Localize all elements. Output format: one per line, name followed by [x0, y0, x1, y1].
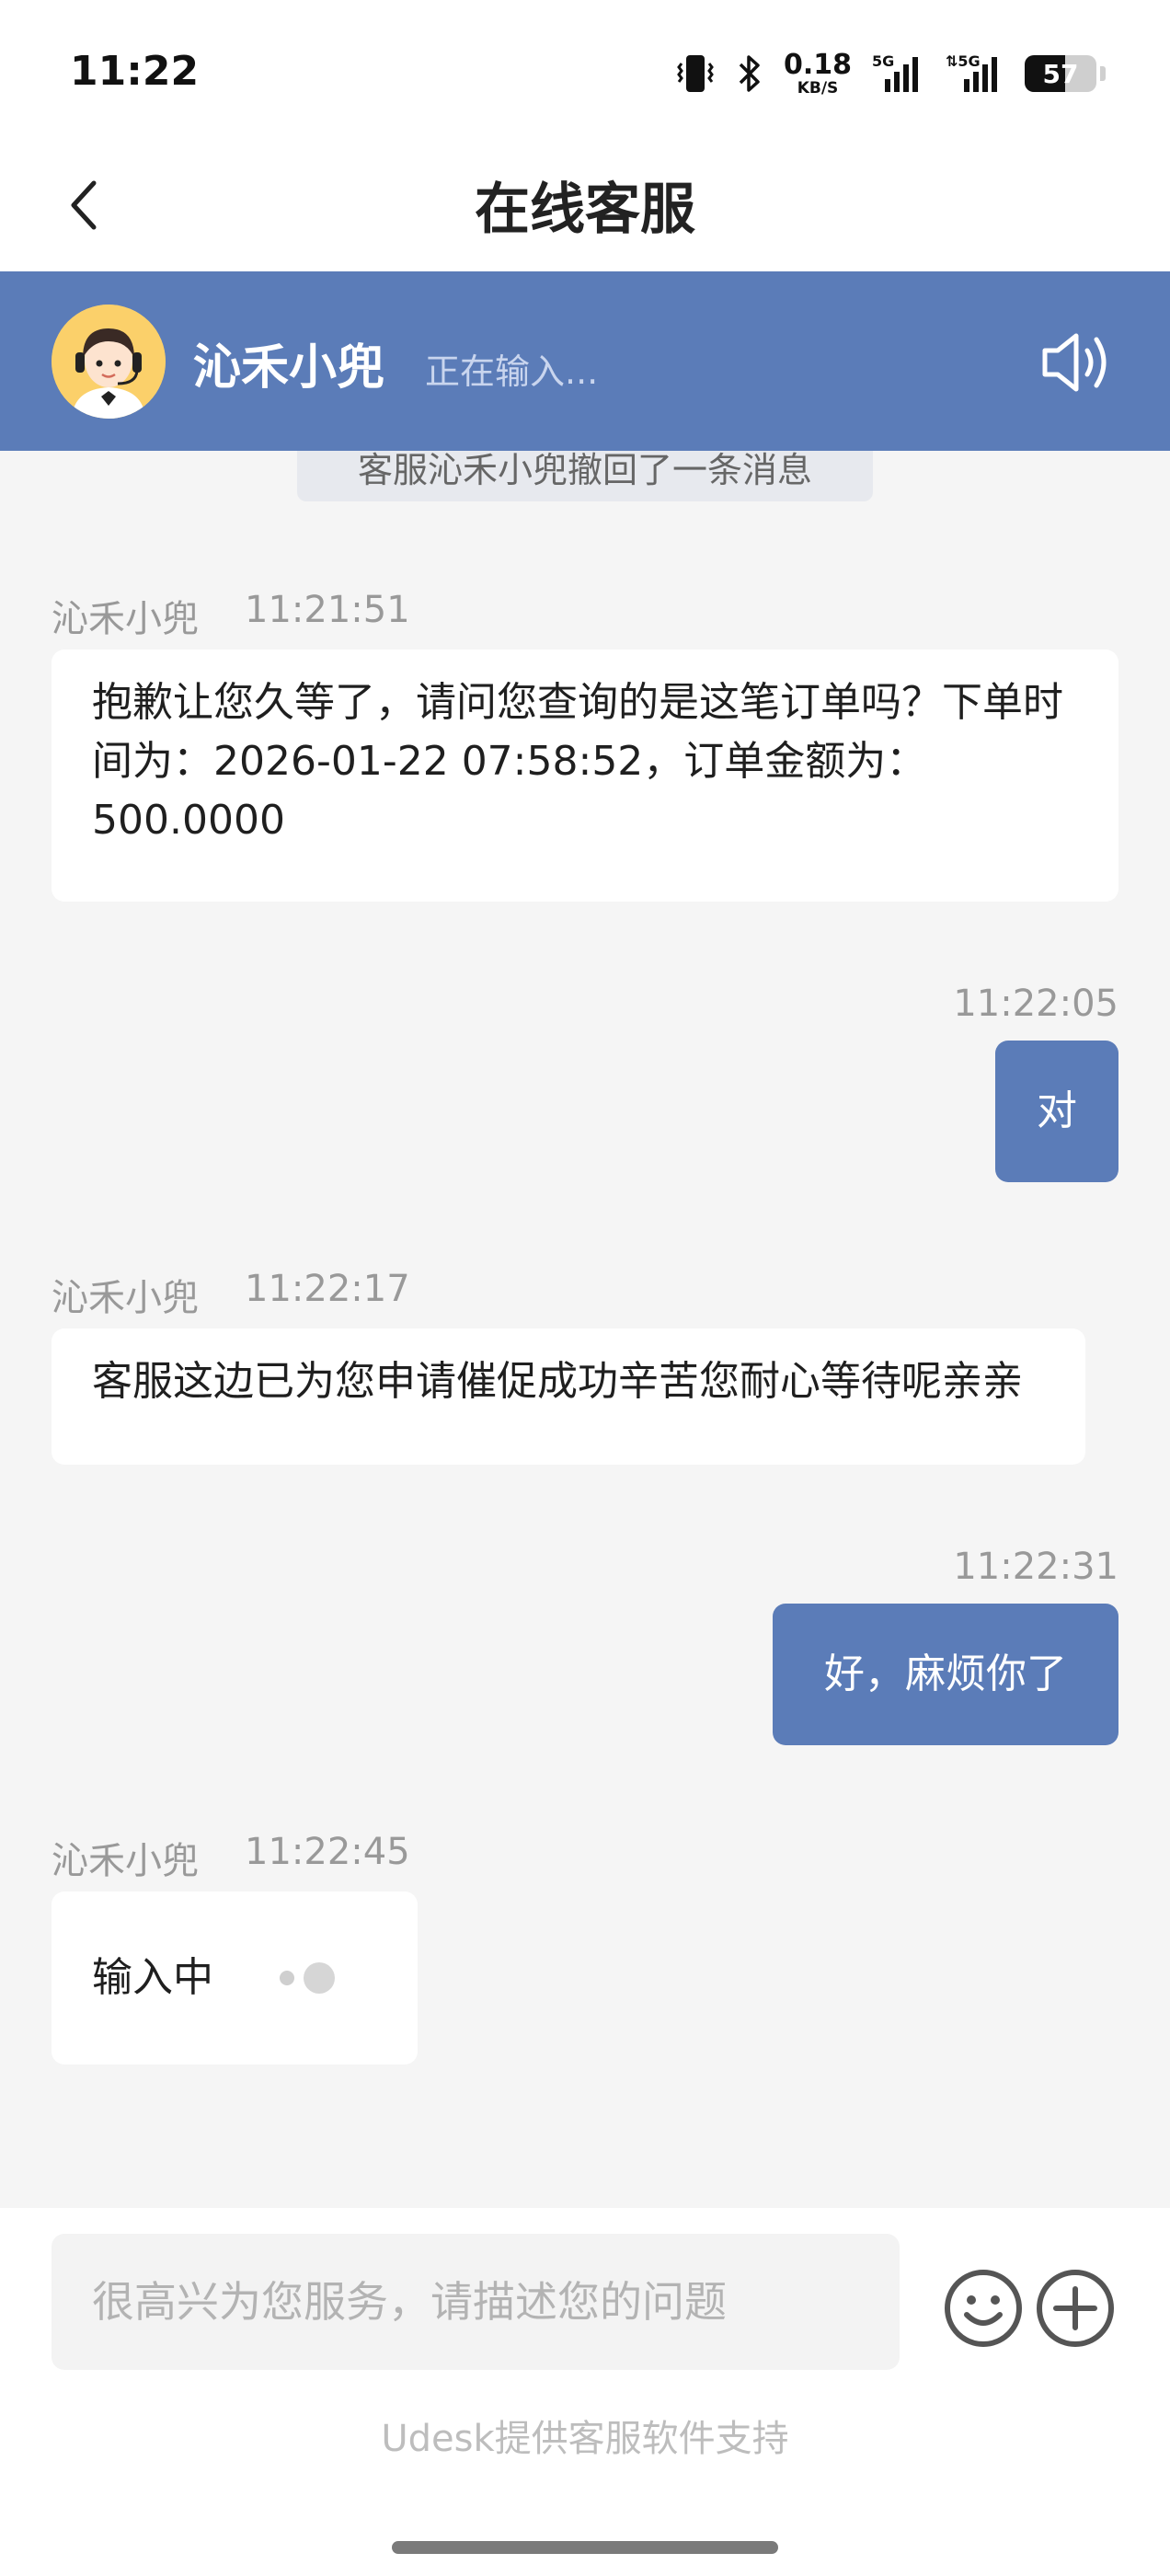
svg-text:5G: 5G [872, 52, 894, 70]
chat-area[interactable]: 客服沁禾小兜撤回了一条消息 沁禾小兜 11:21:51 抱歉让您久等了，请问您查… [0, 451, 1170, 2208]
battery-icon: 57 [1025, 55, 1096, 92]
status-time: 11:22 [70, 48, 200, 95]
system-notice: 客服沁禾小兜撤回了一条消息 [297, 451, 873, 501]
nav-bar: 在线客服 [0, 138, 1170, 271]
message-time: 11:22:05 [953, 983, 1118, 1025]
status-icons: 0.18 KB/S 5G ⇅5G 57 [675, 46, 1106, 101]
user-message-bubble: 好，麻烦你了 [773, 1604, 1118, 1745]
more-options-button[interactable] [1034, 2267, 1117, 2350]
message-input[interactable] [52, 2234, 900, 2370]
message-time: 11:22:45 [245, 1831, 410, 1873]
vibrate-icon [677, 55, 714, 92]
speaker-icon [1042, 333, 1107, 392]
home-indicator[interactable] [392, 2541, 778, 2554]
net-speed: 0.18 KB/S [783, 48, 852, 98]
message-time: 11:22:17 [245, 1268, 410, 1310]
page-title: 在线客服 [475, 178, 695, 242]
agent-message-bubble: 客服这边已为您申请催促成功辛苦您耐心等待呢亲亲 [52, 1328, 1085, 1465]
message-sender: 沁禾小兜 [52, 598, 199, 640]
agent-avatar-icon [52, 305, 166, 419]
status-bar: 11:22 0.18 KB/S 5G ⇅5G 57 [0, 0, 1170, 138]
typing-indicator-text: 输入中 [92, 1954, 213, 2001]
emoji-button[interactable] [942, 2267, 1025, 2350]
agent-typing-status: 正在输入... [425, 351, 599, 392]
agent-name: 沁禾小兜 [193, 340, 385, 396]
battery-tip [1100, 66, 1106, 81]
bluetooth-icon [739, 55, 760, 92]
typing-dots-icon [280, 1962, 335, 1994]
typing-indicator-bubble: 输入中 [52, 1892, 418, 2064]
net-speed-unit: KB/S [797, 78, 839, 98]
battery-level: 57 [1042, 58, 1079, 89]
message-sender: 沁禾小兜 [52, 1840, 199, 1882]
speaker-toggle-button[interactable] [1039, 327, 1117, 398]
signal-icon: ⇅5G [946, 52, 997, 92]
message-time: 11:22:31 [953, 1546, 1118, 1588]
svg-text:⇅5G: ⇅5G [946, 52, 981, 70]
powered-by-text: Udesk提供客服软件支持 [381, 2418, 789, 2460]
signal-icon: 5G [872, 52, 918, 92]
agent-message-bubble: 抱歉让您久等了，请问您查询的是这笔订单吗？下单时间为：2026-01-22 07… [52, 650, 1118, 902]
agent-header: 沁禾小兜 正在输入... [0, 271, 1170, 451]
input-area: Udesk提供客服软件支持 [0, 2208, 1170, 2576]
avatar[interactable] [52, 305, 166, 419]
plus-icon [1037, 2270, 1114, 2347]
message-sender: 沁禾小兜 [52, 1277, 199, 1319]
smiley-icon [945, 2270, 1022, 2347]
user-message-bubble: 对 [995, 1041, 1118, 1182]
net-speed-value: 0.18 [783, 48, 852, 81]
message-time: 11:21:51 [245, 589, 410, 631]
